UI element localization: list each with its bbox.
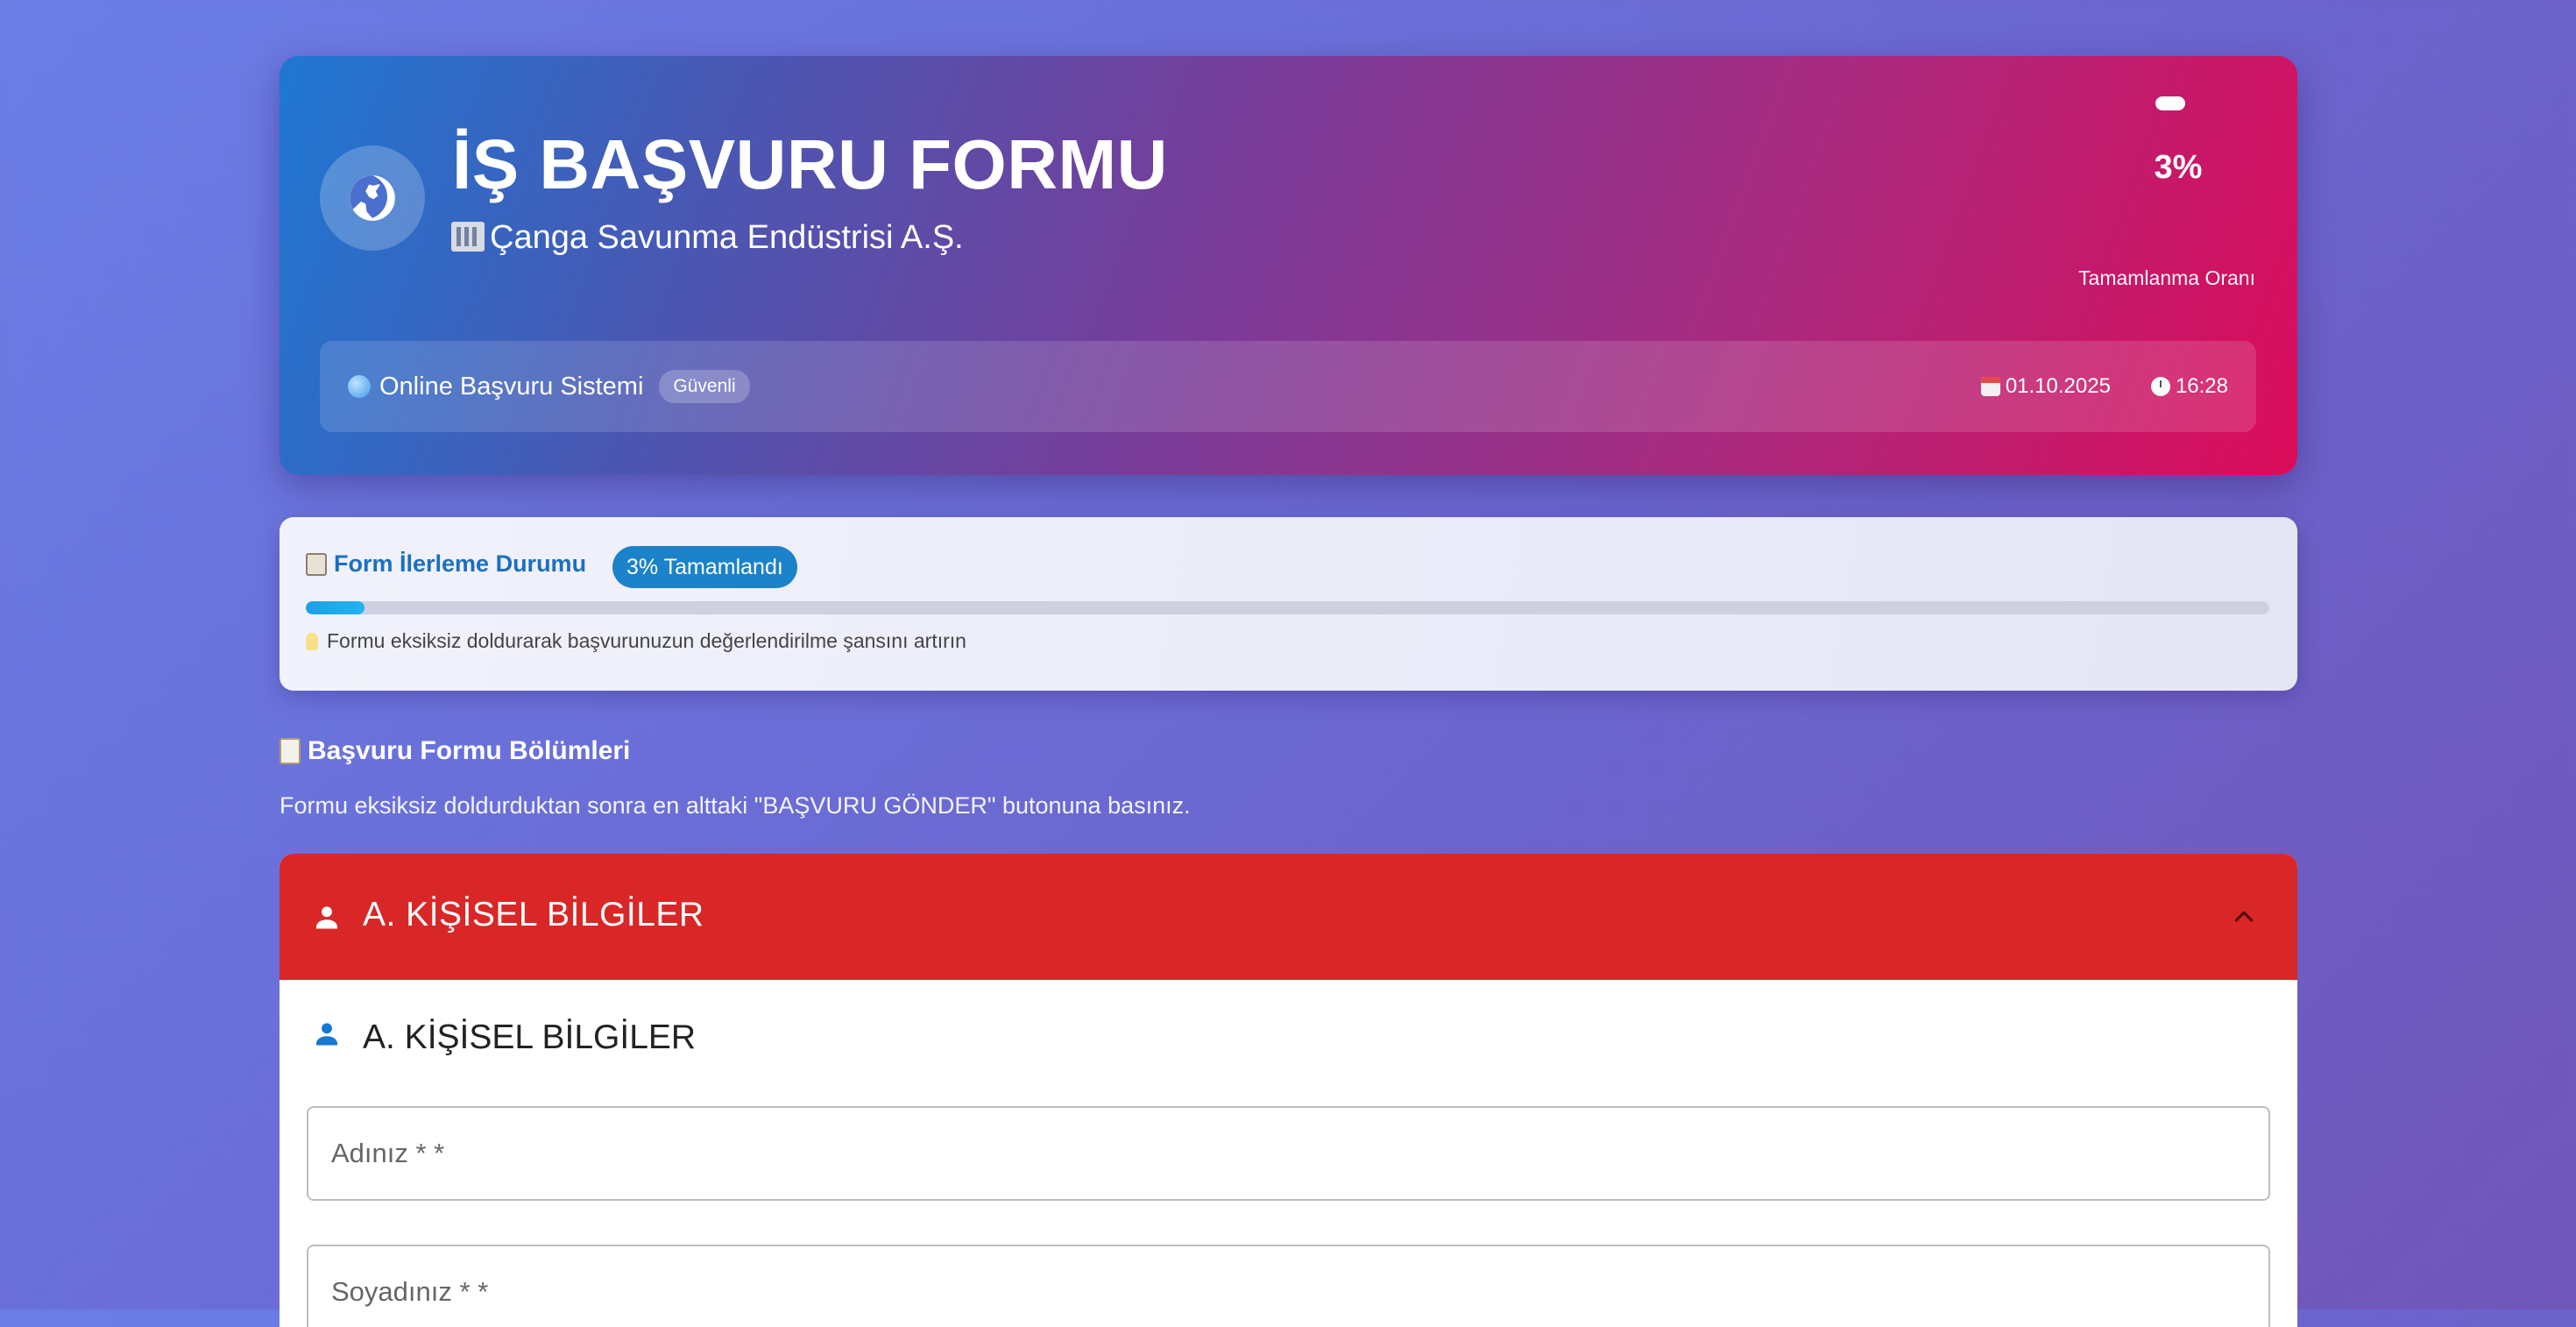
system-label: Online Başvuru Sistemi <box>379 372 644 401</box>
globe-small-icon <box>348 375 371 398</box>
progress-title: Form İlerleme Durumu <box>306 550 586 578</box>
secure-badge: Güvenli <box>659 370 750 403</box>
section-header-title: A. KİŞİSEL BİLGİLER <box>363 896 704 933</box>
date-time-info: 01.10.2025 16:28 <box>1980 341 2228 432</box>
chevron-up-icon[interactable] <box>2231 903 2257 929</box>
progress-tip: Formu eksiksiz doldurarak başvurunuzun d… <box>306 629 966 653</box>
progress-card: Form İlerleme Durumu 3% Tamamlandı Formu… <box>280 517 2297 691</box>
progress-bar-fill <box>306 601 365 614</box>
first-name-input[interactable] <box>308 1108 2268 1199</box>
abacus-icon <box>306 552 327 576</box>
first-name-field[interactable] <box>307 1106 2270 1201</box>
progress-bar <box>306 601 2269 614</box>
person-icon <box>315 906 338 929</box>
completion-percent: 3% <box>2154 149 2203 186</box>
completion-indicator-icon <box>2155 96 2185 110</box>
company-name-text: Çanga Savunma Endüstrisi A.Ş. <box>490 219 964 256</box>
sections-subtitle: Formu eksiksiz doldurduktan sonra en alt… <box>280 792 1191 819</box>
progress-chip: 3% Tamamlandı <box>612 546 797 588</box>
completion-label: Tamamlanma Oranı <box>2078 266 2255 289</box>
lightbulb-icon <box>306 632 318 650</box>
sections-title-text: Başvuru Formu Bölümleri <box>308 736 631 765</box>
section-header-personal[interactable]: A. KİŞİSEL BİLGİLER <box>280 854 2297 980</box>
company-name: Çanga Savunma Endüstrisi A.Ş. <box>451 219 964 257</box>
system-info: Online Başvuru Sistemi Güvenli <box>348 341 750 432</box>
last-name-input[interactable] <box>308 1246 2268 1327</box>
header-card: İŞ BAŞVURU FORMU Çanga Savunma Endüstris… <box>280 56 2297 475</box>
section-body-title: A. KİŞİSEL BİLGİLER <box>363 1018 697 1056</box>
date-text: 01.10.2025 <box>2005 374 2111 398</box>
person-icon <box>315 1023 338 1046</box>
personal-info-section: A. KİŞİSEL BİLGİLER A. KİŞİSEL BİLGİLER <box>280 854 2297 1327</box>
last-name-field[interactable] <box>307 1245 2270 1327</box>
time-display: 16:28 <box>2150 374 2228 399</box>
office-building-icon <box>451 222 485 252</box>
progress-title-text: Form İlerleme Durumu <box>334 550 587 577</box>
date-display: 01.10.2025 <box>1980 374 2111 399</box>
clock-icon <box>2150 377 2170 396</box>
page-title: İŞ BAŞVURU FORMU <box>452 125 1168 203</box>
progress-tip-text: Formu eksiksiz doldurarak başvurunuzun d… <box>327 629 966 652</box>
calendar-icon <box>1980 377 2000 396</box>
clipboard-icon <box>280 738 301 764</box>
globe-icon <box>320 145 425 251</box>
sections-title: Başvuru Formu Bölümleri <box>280 736 630 766</box>
info-bar: Online Başvuru Sistemi Güvenli 01.10.202… <box>320 341 2256 432</box>
time-text: 16:28 <box>2175 374 2228 398</box>
